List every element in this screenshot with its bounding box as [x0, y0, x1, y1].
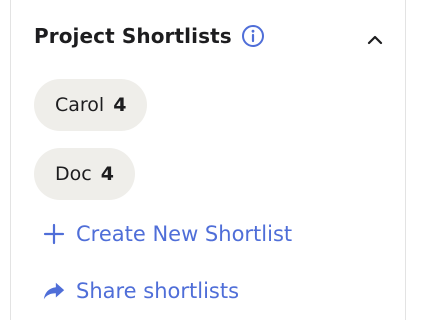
share-shortlists-link[interactable]: Share shortlists — [42, 279, 239, 303]
section-header: Project Shortlists — [34, 24, 265, 48]
section-title: Project Shortlists — [34, 24, 232, 48]
shortlist-chip-doc[interactable]: Doc 4 — [34, 148, 135, 200]
shortlist-name: Carol — [55, 94, 105, 116]
shortlist-chip-carol[interactable]: Carol 4 — [34, 79, 148, 131]
shortlist-count: 4 — [100, 163, 114, 185]
collapse-toggle-button[interactable] — [363, 28, 387, 52]
share-arrow-icon — [42, 279, 66, 303]
shortlist-name: Doc — [55, 163, 92, 185]
chevron-up-icon — [367, 35, 383, 45]
shortlist-count: 4 — [113, 94, 127, 116]
shortlists-panel: Project Shortlists Carol 4 Doc 4 Create … — [10, 0, 406, 320]
share-shortlists-label: Share shortlists — [76, 279, 240, 303]
info-icon[interactable] — [241, 24, 265, 48]
create-new-shortlist-link[interactable]: Create New Shortlist — [42, 222, 292, 246]
plus-icon — [42, 222, 66, 246]
create-new-shortlist-label: Create New Shortlist — [76, 222, 293, 246]
